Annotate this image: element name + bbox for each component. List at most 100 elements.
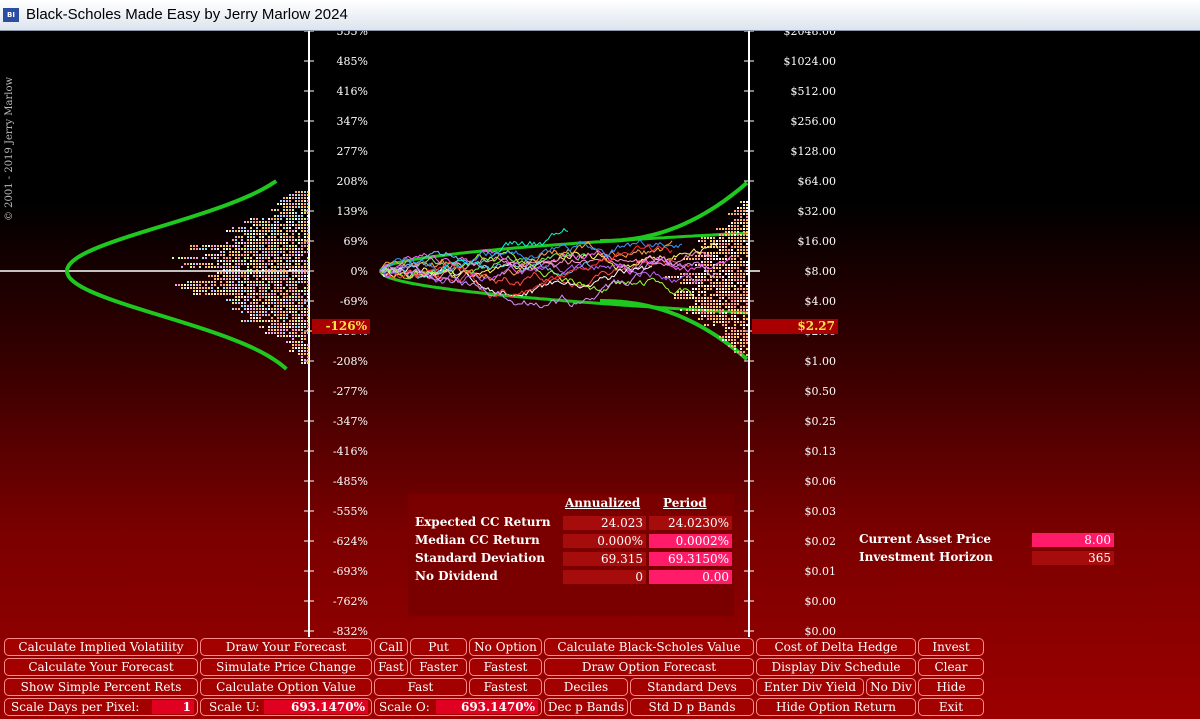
histogram-dot [301, 359, 303, 361]
histogram-dot [265, 311, 267, 313]
histogram-dot [292, 281, 294, 283]
histogram-dot [205, 254, 207, 256]
calc-bs-value-button[interactable]: Calculate Black-Scholes Value [544, 638, 754, 656]
simulate-price-button[interactable]: Simulate Price Change [200, 658, 372, 676]
hide-option-return-button[interactable]: Hide Option Return [756, 698, 916, 716]
histogram-dot [280, 215, 282, 217]
histogram-dot [716, 294, 718, 296]
histogram-dot [719, 318, 721, 320]
histogram-dot [301, 239, 303, 241]
dividend-period[interactable]: 0.00 [649, 570, 732, 584]
histogram-dot [740, 222, 742, 224]
histogram-dot [268, 329, 270, 331]
histogram-dot [283, 296, 285, 298]
draw-option-forecast-button[interactable]: Draw Option Forecast [544, 658, 754, 676]
calc-option-value-button[interactable]: Calculate Option Value [200, 678, 372, 696]
histogram-dot [734, 300, 736, 302]
asset-price-value[interactable]: 8.00 [1032, 533, 1114, 547]
histogram-dot [728, 225, 730, 227]
dec-p-bands-button[interactable]: Dec p Bands [544, 698, 628, 716]
histogram-dot [716, 276, 718, 278]
histogram-dot [725, 264, 727, 266]
put-button[interactable]: Put [410, 638, 467, 656]
histogram-dot [689, 258, 691, 260]
histogram-dot [295, 305, 297, 307]
clear-button[interactable]: Clear [918, 658, 984, 676]
median-return-period[interactable]: 0.0002% [649, 534, 732, 548]
calc-implied-vol-button[interactable]: Calculate Implied Volatility [4, 638, 198, 656]
display-div-schedule-button[interactable]: Display Div Schedule [756, 658, 916, 676]
app-icon[interactable]: BI [3, 8, 19, 22]
histogram-dot [725, 324, 727, 326]
enter-div-yield-button[interactable]: Enter Div Yield [756, 678, 864, 696]
fast-button-1[interactable]: Fast [374, 658, 408, 676]
scale-o-value[interactable]: 693.1470% [436, 700, 538, 714]
histogram-dot [214, 266, 216, 268]
histogram-dot [737, 252, 739, 254]
exit-button[interactable]: Exit [918, 698, 984, 716]
histogram-dot [220, 266, 222, 268]
histogram-dot [737, 333, 739, 335]
histogram-dot [698, 306, 700, 308]
forecast-plot[interactable]: 555%485%416%347%277%208%139%69%0%-69%-13… [0, 31, 1200, 719]
histogram-dot [740, 345, 742, 347]
std-d-p-bands-button[interactable]: Std D p Bands [630, 698, 754, 716]
fastest-button-1[interactable]: Fastest [469, 658, 542, 676]
histogram-dot [746, 243, 748, 245]
histogram-dot [307, 233, 309, 235]
scale-days-value[interactable]: 1 [152, 700, 194, 714]
fast-button-2[interactable]: Fast [374, 678, 467, 696]
histogram-dot [725, 267, 727, 269]
histogram-dot [232, 251, 234, 253]
calc-forecast-button[interactable]: Calculate Your Forecast [4, 658, 198, 676]
deciles-button[interactable]: Deciles [544, 678, 628, 696]
scale-u-value[interactable]: 693.1470% [264, 700, 368, 714]
histogram-dot [187, 287, 189, 289]
histogram-dot [298, 227, 300, 229]
histogram-dot [235, 287, 237, 289]
histogram-dot [244, 260, 246, 262]
histogram-dot [241, 302, 243, 304]
histogram-dot [301, 356, 303, 358]
histogram-dot [256, 308, 258, 310]
histogram-dot [301, 206, 303, 208]
histogram-dot [295, 266, 297, 268]
histogram-dot [301, 203, 303, 205]
histogram-dot [250, 227, 252, 229]
histogram-dot [698, 288, 700, 290]
histogram-dot [277, 332, 279, 334]
fastest-button-2[interactable]: Fastest [469, 678, 542, 696]
show-simple-rets-button[interactable]: Show Simple Percent Rets [4, 678, 198, 696]
no-div-button[interactable]: No Div [866, 678, 916, 696]
cost-delta-hedge-button[interactable]: Cost of Delta Hedge [756, 638, 916, 656]
right-tick-label: $512.00 [791, 85, 837, 98]
annualized-header: Annualized [565, 496, 641, 510]
histogram-dot [304, 314, 306, 316]
histogram-dot [701, 255, 703, 257]
call-button[interactable]: Call [374, 638, 408, 656]
histogram-dot [274, 308, 276, 310]
hide-button[interactable]: Hide [918, 678, 984, 696]
histogram-dot [289, 332, 291, 334]
histogram-dot [725, 234, 727, 236]
histogram-dot [295, 206, 297, 208]
std-dev-period[interactable]: 69.3150% [649, 552, 732, 566]
histogram-dot [746, 297, 748, 299]
histogram-dot [244, 308, 246, 310]
histogram-dot [722, 237, 724, 239]
histogram-dot [746, 201, 748, 203]
histogram-dot [262, 257, 264, 259]
expected-return-period[interactable]: 24.0230% [649, 516, 732, 530]
invest-button[interactable]: Invest [918, 638, 984, 656]
histogram-dot [283, 257, 285, 259]
no-option-button[interactable]: No Option [469, 638, 542, 656]
histogram-dot [298, 236, 300, 238]
draw-forecast-button[interactable]: Draw Your Forecast [200, 638, 372, 656]
histogram-dot [223, 263, 225, 265]
standard-devs-button[interactable]: Standard Devs [630, 678, 754, 696]
horizon-value[interactable]: 365 [1032, 551, 1114, 565]
faster-button-1[interactable]: Faster [410, 658, 467, 676]
histogram-dot [725, 318, 727, 320]
histogram-dot [295, 296, 297, 298]
histogram-dot [280, 335, 282, 337]
